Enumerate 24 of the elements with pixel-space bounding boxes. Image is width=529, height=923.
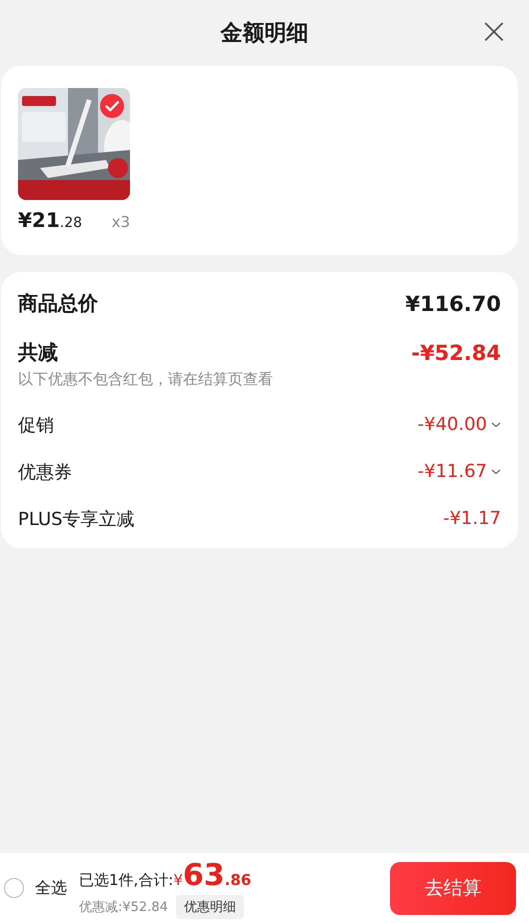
discount-details-button[interactable]: 优惠明细 xyxy=(176,894,244,918)
select-all-radio[interactable] xyxy=(4,878,24,898)
close-button[interactable]: × xyxy=(478,12,509,52)
quantity: x3 xyxy=(112,213,130,231)
discount-value: -¥52.84 xyxy=(411,340,501,364)
saved-amount: 优惠减:¥52.84 xyxy=(79,898,168,916)
discount-item-value: -¥40.00 xyxy=(418,414,487,435)
discount-note: 以下优惠不包含红包，请在结算页查看 xyxy=(18,370,274,389)
total-label: 商品总价 xyxy=(18,290,98,317)
product-price: ¥21.28 xyxy=(18,208,82,232)
chevron-down-icon[interactable] xyxy=(491,468,501,474)
discount-label: 共减 xyxy=(18,339,58,366)
discount-item-value: -¥11.67 xyxy=(418,461,487,482)
discount-item-label: PLUS专享立减 xyxy=(18,508,135,530)
total-amount: 已选1件,合计:¥63.86 xyxy=(79,858,252,892)
total-value: ¥116.70 xyxy=(405,292,501,316)
discount-item-label: 促销 xyxy=(18,414,54,436)
select-all-label[interactable]: 全选 xyxy=(35,878,67,898)
check-icon[interactable] xyxy=(100,94,124,118)
window-title: 金额明细 xyxy=(220,20,308,48)
checkout-button[interactable]: 去结算 xyxy=(390,862,516,914)
discount-item-value: -¥1.17 xyxy=(442,508,501,529)
chevron-down-icon[interactable] xyxy=(491,422,501,428)
discount-item-label: 优惠券 xyxy=(18,460,72,484)
